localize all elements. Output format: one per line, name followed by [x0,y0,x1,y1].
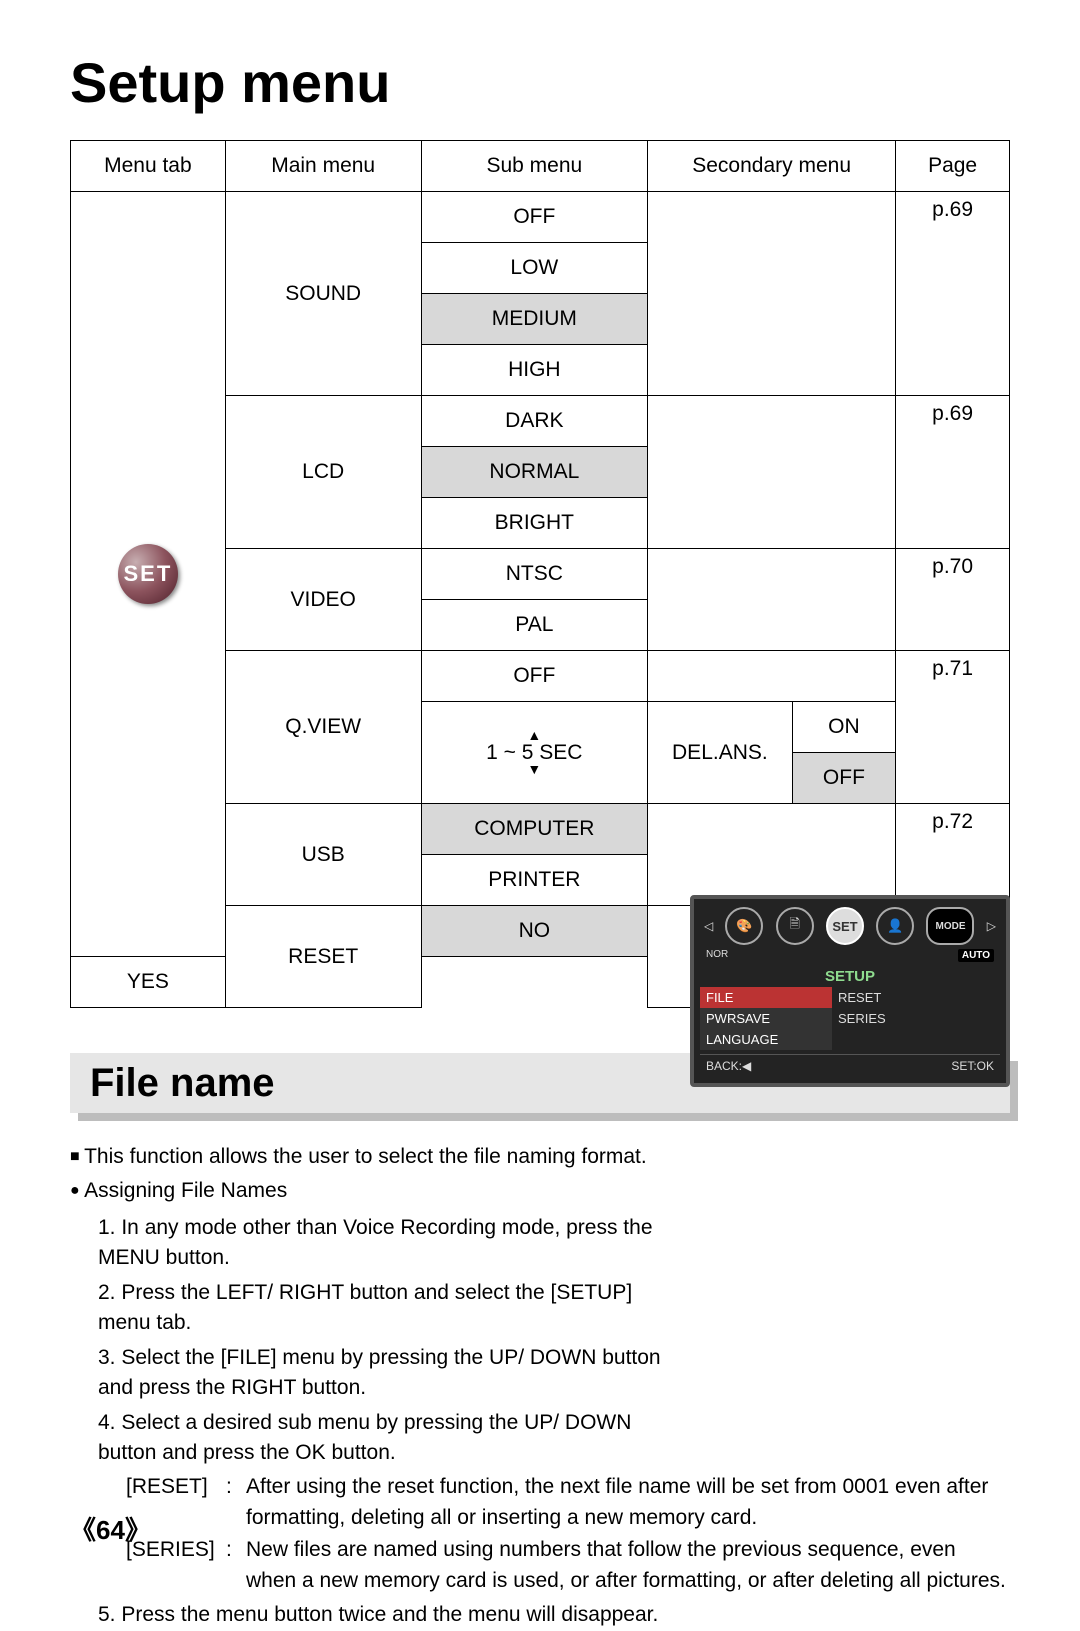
qview-range-text: 1 ~ 5 SEC [486,742,582,763]
steps-list: 1. In any mode other than Voice Recordin… [98,1213,1010,1469]
page-qview: p.71 [896,651,1010,804]
main-reset: RESET [225,906,421,1008]
lcd-setok: SET:OK [951,1059,994,1073]
step-2: 2. Press the LEFT/ RIGHT button and sele… [98,1278,678,1339]
page-num-value: 64 [96,1515,125,1545]
step-5: 5. Press the menu button twice and the m… [98,1600,1010,1630]
sub-sound-off: OFF [421,192,648,243]
lcd-file: FILE [700,987,832,1008]
col-submenu: Sub menu [421,141,648,192]
sub-qview-range: ▲ 1 ~ 5 SEC ▼ [421,702,648,804]
sub-lcd-normal: NORMAL [421,447,648,498]
page-number: 《64》 [70,1510,151,1547]
def-colon: : [226,1472,246,1533]
menutab-cell: SET [71,192,226,957]
col-mainmenu: Main menu [225,141,421,192]
sub-lcd-bright: BRIGHT [421,498,648,549]
page-num-right: 》 [125,1515,151,1545]
sec-usb [648,804,896,906]
def-colon: : [226,1535,246,1596]
lcd-set-tab: SET [826,907,864,945]
step-4: 4. Select a desired sub menu by pressing… [98,1408,678,1469]
col-menutab: Menu tab [71,141,226,192]
sec-sound [648,192,896,396]
palette-icon: 🎨 [725,907,763,945]
lcd-back: BACK:◀ [706,1059,751,1073]
sub-video-ntsc: NTSC [421,549,648,600]
lcd-figure: ◁ 🎨 🗎 SET 👤 MODE ▷ NOR AUTO SETUP FILERE… [690,895,1010,1087]
sec-on: ON [792,702,896,753]
sub-sound-medium: MEDIUM [421,294,648,345]
lcd-reset-opt: RESET [832,987,1000,1008]
page-usb: p.72 [896,804,1010,906]
definitions: [RESET] : After using the reset function… [126,1472,1010,1596]
def-reset-text: After using the reset function, the next… [246,1472,1010,1533]
sec-off: OFF [792,753,896,804]
page-title: Setup menu [70,50,1010,115]
intro-text: This function allows the user to select … [70,1142,1010,1172]
page-num-left: 《 [70,1515,96,1545]
main-sound: SOUND [225,192,421,396]
setup-menu-table: Menu tab Main menu Sub menu Secondary me… [70,140,1010,1008]
sub-reset-yes: YES [71,957,226,1008]
main-video: VIDEO [225,549,421,651]
set-icon: SET [118,544,178,604]
page-sound: p.69 [896,192,1010,396]
sub-video-pal: PAL [421,600,648,651]
main-lcd: LCD [225,396,421,549]
sub-usb-computer: COMPUTER [421,804,648,855]
lcd-nor: NOR [706,949,728,962]
sec-qview-off [648,651,896,702]
lcd-pwrsave: PWRSAVE [700,1008,832,1029]
col-page: Page [896,141,1010,192]
left-tri-icon: ◁ [704,919,713,933]
sec-lcd [648,396,896,549]
sub-sound-low: LOW [421,243,648,294]
col-secondary: Secondary menu [648,141,896,192]
page-video: p.70 [896,549,1010,651]
down-arrow-icon: ▼ [527,763,541,776]
sub-sound-high: HIGH [421,345,648,396]
doc-icon: 🗎 [776,907,814,945]
def-series-text: New files are named using numbers that f… [246,1535,1010,1596]
lcd-series-opt: SERIES [832,1008,1000,1029]
lcd-setup-label: SETUP [700,968,1000,985]
sub-reset-no: NO [421,906,648,957]
sub-usb-printer: PRINTER [421,855,648,906]
main-qview: Q.VIEW [225,651,421,804]
page-lcd: p.69 [896,396,1010,549]
main-usb: USB [225,804,421,906]
sec-delans: DEL.ANS. [648,702,793,804]
step-1: 1. In any mode other than Voice Recordin… [98,1213,678,1274]
sub-lcd-dark: DARK [421,396,648,447]
body-text: This function allows the user to select … [70,1142,1010,1631]
sub-qview-off: OFF [421,651,648,702]
lcd-auto: AUTO [958,949,994,962]
lcd-language: LANGUAGE [700,1029,832,1050]
assigning-heading: Assigning File Names [70,1176,1010,1206]
right-tri-icon: ▷ [987,919,996,933]
user-icon: 👤 [876,907,914,945]
step-3: 3. Select the [FILE] menu by pressing th… [98,1343,678,1404]
sec-video [648,549,896,651]
lcd-mode-tab: MODE [926,907,974,945]
